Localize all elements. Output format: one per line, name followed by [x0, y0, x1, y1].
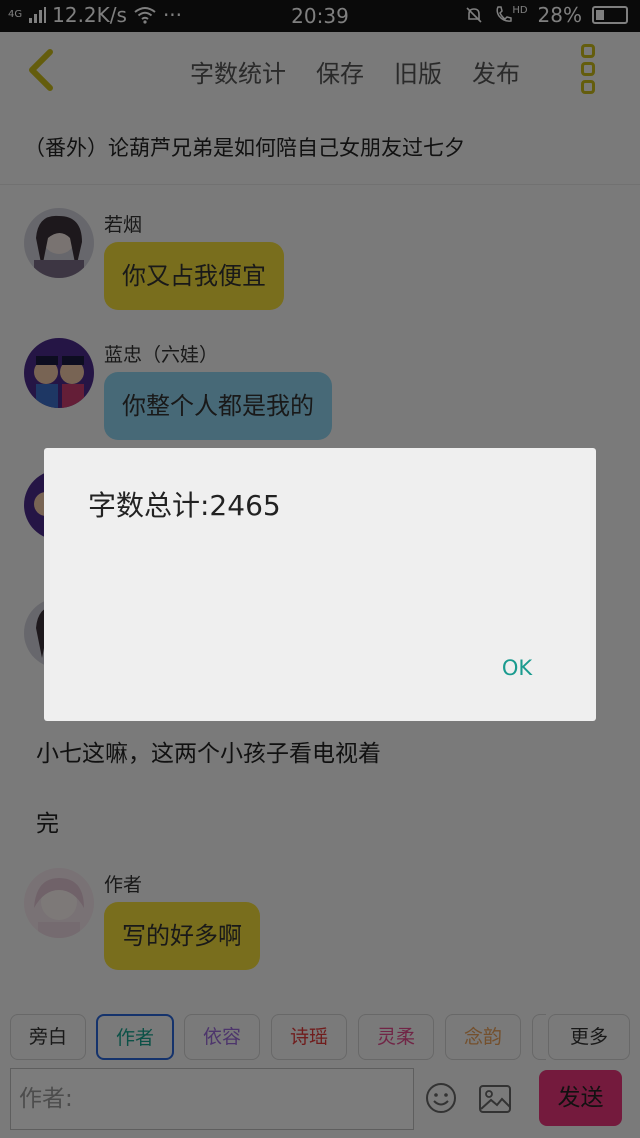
ok-button[interactable]: OK — [494, 652, 540, 684]
word-count-dialog: 字数总计:2465 OK — [44, 448, 596, 721]
dialog-message: 字数总计:2465 — [88, 489, 281, 522]
